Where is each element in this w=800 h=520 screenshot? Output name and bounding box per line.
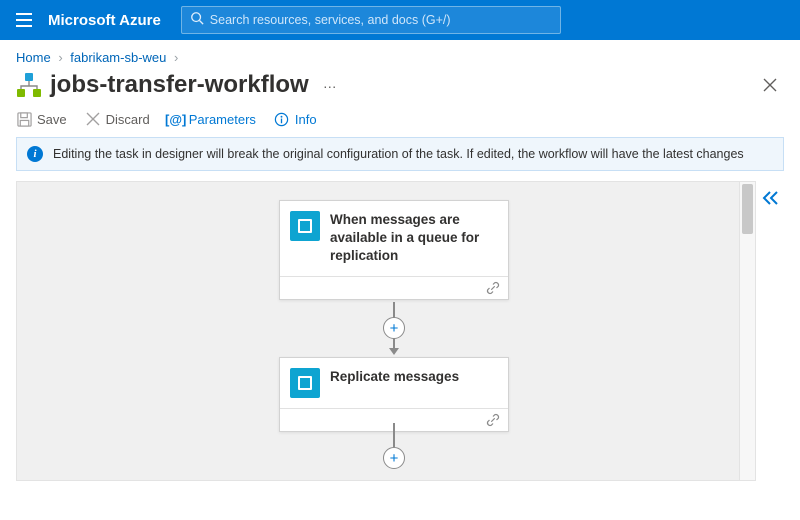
hamburger-menu-icon[interactable] [8, 4, 40, 36]
search-input[interactable] [210, 13, 552, 27]
discard-icon [85, 111, 101, 127]
info-banner: i Editing the task in designer will brea… [16, 137, 784, 171]
workflow-node-title: When messages are available in a queue f… [330, 211, 498, 266]
close-blade-button[interactable] [756, 71, 784, 99]
info-icon: i [27, 146, 43, 162]
designer-canvas[interactable]: When messages are available in a queue f… [16, 181, 740, 481]
more-actions-button[interactable]: … [323, 75, 339, 91]
breadcrumb-resource[interactable]: fabrikam-sb-weu [70, 50, 166, 65]
logic-app-icon [16, 72, 42, 98]
designer-canvas-wrap: When messages are available in a queue f… [16, 181, 784, 481]
link-icon [486, 281, 500, 295]
breadcrumb-home[interactable]: Home [16, 50, 51, 65]
save-label: Save [37, 112, 67, 127]
insert-step-button[interactable]: + [383, 317, 405, 339]
canvas-scrollbar[interactable] [740, 181, 756, 481]
chevron-right-icon: › [170, 50, 182, 65]
expand-panel-button[interactable] [756, 181, 784, 481]
page-title-row: jobs-transfer-workflow … [0, 69, 800, 107]
global-search[interactable] [181, 6, 561, 34]
save-icon [16, 111, 32, 127]
brand-label: Microsoft Azure [48, 12, 161, 29]
breadcrumb: Home › fabrikam-sb-weu › [0, 40, 800, 69]
info-label: Info [295, 112, 317, 127]
discard-label: Discard [106, 112, 150, 127]
workflow-trigger-node[interactable]: When messages are available in a queue f… [279, 200, 509, 300]
info-button[interactable]: Info [274, 111, 317, 127]
workflow-node-title: Replicate messages [330, 368, 459, 386]
info-banner-text: Editing the task in designer will break … [53, 147, 744, 161]
add-step-button[interactable]: + [383, 447, 405, 469]
search-icon [190, 11, 204, 30]
service-bus-icon [290, 368, 320, 398]
scrollbar-thumb[interactable] [742, 184, 753, 234]
parameters-label: Parameters [189, 112, 256, 127]
parameters-button[interactable]: [@] Parameters [168, 111, 256, 127]
azure-topbar: Microsoft Azure [0, 0, 800, 40]
arrow-down-icon [389, 348, 399, 355]
discard-button[interactable]: Discard [85, 111, 150, 127]
page-title: jobs-transfer-workflow [50, 71, 309, 99]
parameters-icon: [@] [168, 111, 184, 127]
designer-toolbar: Save Discard [@] Parameters Info [0, 107, 800, 137]
connector-line [393, 423, 395, 447]
save-button[interactable]: Save [16, 111, 67, 127]
info-icon [274, 111, 290, 127]
service-bus-icon [290, 211, 320, 241]
workflow-action-node[interactable]: Replicate messages [279, 357, 509, 432]
link-icon [486, 413, 500, 427]
chevron-right-icon: › [54, 50, 66, 65]
